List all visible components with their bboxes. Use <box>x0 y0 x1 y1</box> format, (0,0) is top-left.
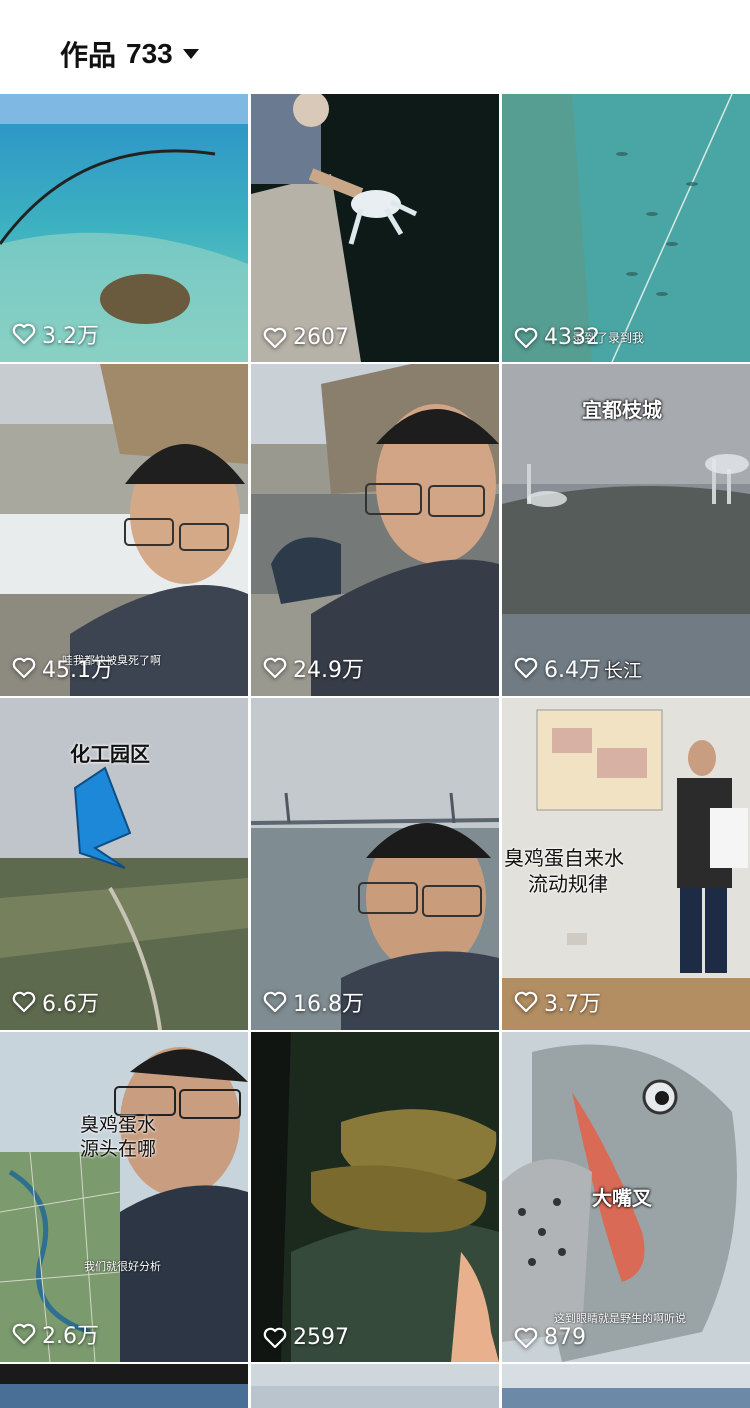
heart-icon <box>12 1323 36 1345</box>
heart-icon <box>514 1327 538 1348</box>
video-subtitle: 我们就很好分析 <box>84 1260 161 1273</box>
video-caption: 臭鸡蛋水 <box>80 1114 157 1136</box>
like-count-text: 6.6万 <box>42 992 99 1017</box>
like-count-text: 16.8万 <box>293 992 364 1017</box>
like-count-text: 3.2万 <box>42 324 99 349</box>
heart-icon <box>12 657 36 679</box>
video-caption-secondary: 源头在哪 <box>80 1138 157 1160</box>
thumbnail-image <box>251 94 499 362</box>
like-count: 3.2万 <box>12 318 99 350</box>
like-count: 2607 <box>263 325 349 350</box>
video-thumbnail[interactable]: 大嘴叉 这到眼睛就是野生的啊听说 879 <box>502 1032 750 1362</box>
video-thumbnail[interactable]: 24.9万 <box>251 364 499 696</box>
like-count: 2597 <box>263 1325 349 1350</box>
thumbnail-image <box>502 94 750 362</box>
like-count-text: 45.1万 <box>42 658 113 683</box>
caret-down-icon <box>182 49 199 59</box>
thumbnail-image <box>251 364 499 696</box>
thumbnail-image <box>251 1364 499 1408</box>
heart-icon <box>514 657 538 679</box>
like-count: 3.7万 <box>514 986 601 1018</box>
heart-icon <box>514 991 538 1013</box>
like-count: 24.9万 <box>263 652 364 684</box>
thumbnail-image <box>0 1364 248 1408</box>
like-count: 2.6万 <box>12 1318 99 1350</box>
heart-icon <box>12 323 36 345</box>
video-caption: 化工园区 <box>70 742 150 766</box>
like-count-text: 6.4万 <box>544 658 601 683</box>
video-thumbnail[interactable]: 臭鸡蛋自来水 流动规律 3.7万 <box>502 698 750 1030</box>
like-count-text: 2597 <box>293 1325 349 1350</box>
like-count: 6.6万 <box>12 986 99 1018</box>
video-thumbnail[interactable]: 臭鸡蛋水 源头在哪 我们就很好分析 2.6万 <box>0 1032 248 1362</box>
works-count: 733 <box>126 38 173 69</box>
video-caption: 宜都枝城 <box>582 398 662 422</box>
works-count-dropdown[interactable]: 作品 733 <box>60 34 199 74</box>
thumbnail-image <box>0 364 248 696</box>
video-subtitle: 这到眼睛就是野生的啊听说 <box>554 1312 686 1325</box>
like-count: 6.4万 <box>514 652 601 684</box>
video-caption: 大嘴叉 <box>592 1186 652 1210</box>
heart-icon <box>263 1327 287 1348</box>
works-label: 作品 <box>60 39 117 72</box>
heart-icon <box>12 991 36 1013</box>
video-thumbnail[interactable]: 哇我都快被臭死了啊 45.1万 <box>0 364 248 696</box>
like-count-text: 2607 <box>293 325 349 350</box>
video-thumbnail[interactable]: 2597 <box>251 1032 499 1362</box>
like-count: 879 <box>514 1325 586 1350</box>
like-count-text: 4332 <box>544 325 600 350</box>
video-thumbnail[interactable]: 录到了录到我 4332 <box>502 94 750 362</box>
video-thumbnail[interactable]: 2607 <box>251 94 499 362</box>
heart-icon <box>263 991 287 1013</box>
video-thumbnail[interactable] <box>251 1364 499 1408</box>
like-count: 16.8万 <box>263 986 364 1018</box>
like-count-text: 2.6万 <box>42 1324 99 1349</box>
thumbnail-image <box>251 1032 499 1362</box>
video-caption-secondary: 长江 <box>604 660 643 682</box>
thumbnail-image <box>502 1364 750 1408</box>
heart-icon <box>263 327 287 348</box>
heart-icon <box>514 327 538 348</box>
like-count-text: 24.9万 <box>293 658 364 683</box>
works-header: 作品 733 <box>0 0 750 94</box>
video-thumbnail[interactable] <box>502 1364 750 1408</box>
thumbnail-image <box>0 1032 248 1362</box>
heart-icon <box>263 657 287 679</box>
video-thumbnail[interactable] <box>0 1364 248 1408</box>
video-caption-secondary: 流动规律 <box>528 872 608 896</box>
video-thumbnail[interactable]: 3.2万 <box>0 94 248 362</box>
like-count: 45.1万 <box>12 652 113 684</box>
video-thumbnail[interactable]: 16.8万 <box>251 698 499 1030</box>
video-thumbnail[interactable]: 化工园区 6.6万 <box>0 698 248 1030</box>
like-count: 4332 <box>514 325 600 350</box>
video-thumbnail[interactable]: 宜都枝城 长江 6.4万 <box>502 364 750 696</box>
thumbnail-image <box>251 698 499 1030</box>
video-caption: 臭鸡蛋自来水 <box>504 846 624 870</box>
like-count-text: 3.7万 <box>544 992 601 1017</box>
like-count-text: 879 <box>544 1325 586 1350</box>
